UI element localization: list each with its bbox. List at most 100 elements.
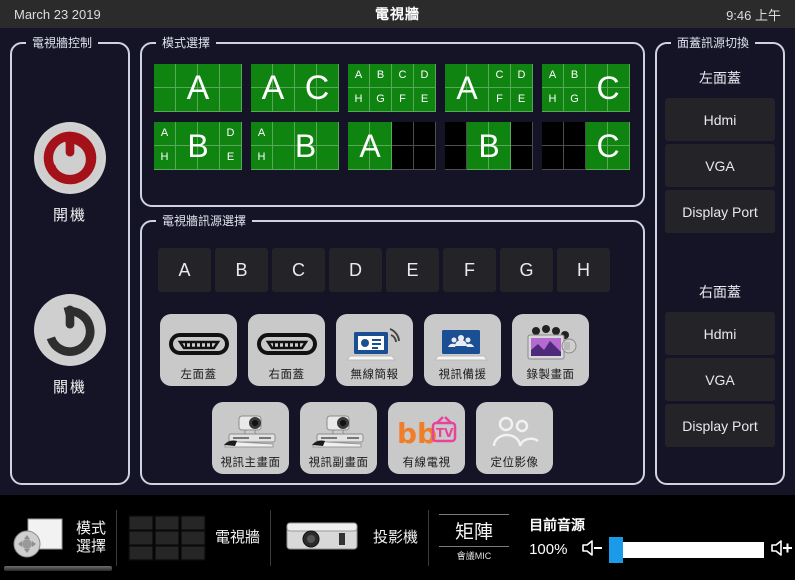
mode-tile-cell	[176, 122, 198, 146]
source-switch-button-display-port[interactable]: Display Port	[665, 190, 775, 233]
mode-tile-cell	[542, 146, 564, 170]
mode-tile-cell	[564, 146, 586, 170]
source-switch-button-hdmi[interactable]: Hdmi	[665, 98, 775, 141]
mode-tile-cell	[445, 64, 467, 88]
source-button-screen-recording[interactable]: 錄製畫面	[512, 314, 589, 386]
source-switch-button-vga[interactable]: VGA	[665, 358, 775, 401]
source-letter-button-b[interactable]: B	[215, 248, 268, 292]
mode-tile[interactable]: ABCD HGFE	[348, 64, 436, 112]
mode-tile-cell	[608, 64, 630, 88]
source-button-hdmi-port[interactable]: 右面蓋	[248, 314, 325, 386]
mode-tile-cell	[220, 64, 242, 88]
nav-item-video-wall[interactable]: 電視牆	[117, 503, 270, 573]
mode-tile-cell	[317, 146, 339, 170]
mode-tile-cell: F	[489, 88, 511, 112]
mode-tile[interactable]: B	[445, 122, 533, 170]
source-letter-button-e[interactable]: E	[386, 248, 439, 292]
nav-item-mode-select[interactable]: 模式 選擇	[0, 503, 116, 573]
source-letter-button-d[interactable]: D	[329, 248, 382, 292]
mode-tile-cell	[317, 122, 339, 146]
projector-icon	[286, 522, 358, 549]
nav-item-mode-select-label: 模式 選擇	[76, 520, 106, 555]
mode-tile-cell: D	[220, 122, 242, 146]
power-on-button[interactable]: 開機	[12, 122, 128, 225]
mode-tile[interactable]: A	[348, 122, 436, 170]
nav-item-projector[interactable]: 投影機	[271, 503, 428, 573]
source-button-hdmi-port[interactable]: 左面蓋	[160, 314, 237, 386]
volume-slider[interactable]	[609, 536, 765, 563]
mode-tile[interactable]: ADHEB	[154, 122, 242, 170]
source-letter-button-f[interactable]: F	[443, 248, 496, 292]
mode-tile-cell: H	[251, 146, 273, 170]
source-switch-button-display-port[interactable]: Display Port	[665, 404, 775, 447]
power-off-circle[interactable]	[34, 294, 106, 366]
mode-tile[interactable]: AHB	[251, 122, 339, 170]
volume-slider-knob[interactable]	[609, 536, 624, 563]
mode-tile-cell	[295, 64, 317, 88]
mode-select-panel: 模式選擇 AACABCDHGFECDFEAABHGCADHEBAHBABC	[140, 34, 645, 207]
source-button-ptz-camera-sub[interactable]: 視訊副畫面	[300, 402, 377, 474]
matrix-label: 矩陣	[439, 515, 510, 547]
mode-tile-cell	[198, 88, 220, 112]
mode-tile-cell	[564, 122, 586, 146]
mode-tile-cell	[445, 88, 467, 112]
mode-tile-cell	[176, 64, 198, 88]
source-button-ptz-camera-main[interactable]: 視訊主畫面	[212, 402, 289, 474]
mode-tile-cell	[198, 64, 220, 88]
mode-tile[interactable]: C	[542, 122, 630, 170]
video-wall-source-legend: 電視牆訊源選擇	[156, 212, 253, 229]
speaker-minus-icon[interactable]	[581, 539, 603, 561]
nav-label-line2: 選擇	[76, 537, 107, 555]
mode-tile[interactable]: CDFEA	[445, 64, 533, 112]
matrix-button[interactable]: 矩陣 會議MIC	[439, 513, 510, 562]
svg-text:bb: bb	[397, 417, 437, 449]
source-switch-button-vga[interactable]: VGA	[665, 144, 775, 187]
mode-tile-cell: D	[511, 64, 533, 88]
mode-tile-cell	[511, 146, 533, 170]
source-switch-button-hdmi[interactable]: Hdmi	[665, 312, 775, 355]
screen-remote-icon	[13, 518, 63, 557]
source-letter-button-h[interactable]: H	[557, 248, 610, 292]
source-button-label: 錄製畫面	[526, 369, 575, 381]
top-bar: March 23 2019 電視牆 9:46 上午	[0, 0, 795, 28]
speaker-plus-icon[interactable]	[770, 539, 794, 561]
source-letter-button-g[interactable]: G	[500, 248, 553, 292]
source-button-video-conference-backup[interactable]: 視訊備援	[424, 314, 501, 386]
mode-tile[interactable]: AC	[251, 64, 339, 112]
time-label: 9:46 上午	[726, 7, 781, 23]
power-on-icon	[36, 124, 104, 192]
source-letter-button-c[interactable]: C	[272, 248, 325, 292]
mode-tile-cell	[220, 88, 242, 112]
power-on-circle[interactable]	[34, 122, 106, 194]
mode-tile-cell: A	[251, 122, 273, 146]
mode-tile-cell: A	[542, 64, 564, 88]
mode-tile-cell	[445, 146, 467, 170]
mode-tile-cell	[198, 122, 220, 146]
panel-source-switch-panel: 面蓋訊源切換 左面蓋 Hdmi VGA Display Port 右面蓋 Hdmi V…	[655, 34, 785, 485]
source-button-wireless-presentation[interactable]: 無線簡報	[336, 314, 413, 386]
mode-tile-cell	[295, 122, 317, 146]
mode-tile-cell: B	[370, 64, 392, 88]
mode-tile-cell	[586, 88, 608, 112]
video-wall-source-panel: 電視牆訊源選擇 ABCDEFGH 左面蓋 右面蓋 無線簡報 視訊備援 錄製畫面 視訊主畫…	[140, 212, 645, 485]
power-off-button[interactable]: 關機	[12, 294, 128, 397]
mode-tile-cell: F	[392, 88, 414, 112]
left-panel-source-title: 左面蓋	[699, 70, 741, 86]
source-button-people-tracking[interactable]: 定位影像	[476, 402, 553, 474]
mode-tile-cell: C	[489, 64, 511, 88]
mode-tile-cell	[392, 122, 414, 146]
mode-tile-cell: G	[370, 88, 392, 112]
mode-tile-cell	[608, 122, 630, 146]
mode-tile-cell	[542, 122, 564, 146]
mode-tile[interactable]: A	[154, 64, 242, 112]
mode-tile-cell: A	[154, 122, 176, 146]
main-stage: 電視牆控制 開機 關機 模式選擇 A A C A B C D H G F E C…	[0, 28, 795, 495]
nav-item-projector-label: 投影機	[373, 528, 419, 546]
source-letter-button-a[interactable]: A	[158, 248, 211, 292]
panel-source-switch-legend: 面蓋訊源切換	[671, 34, 756, 51]
mode-tile[interactable]: ABHGC	[542, 64, 630, 112]
source-button-bbtv-cable-tv[interactable]: bb TV 有線電視	[388, 402, 465, 474]
mode-tile-cell	[317, 64, 339, 88]
power-on-label: 開機	[52, 207, 87, 224]
source-button-label: 左面蓋	[180, 369, 217, 381]
